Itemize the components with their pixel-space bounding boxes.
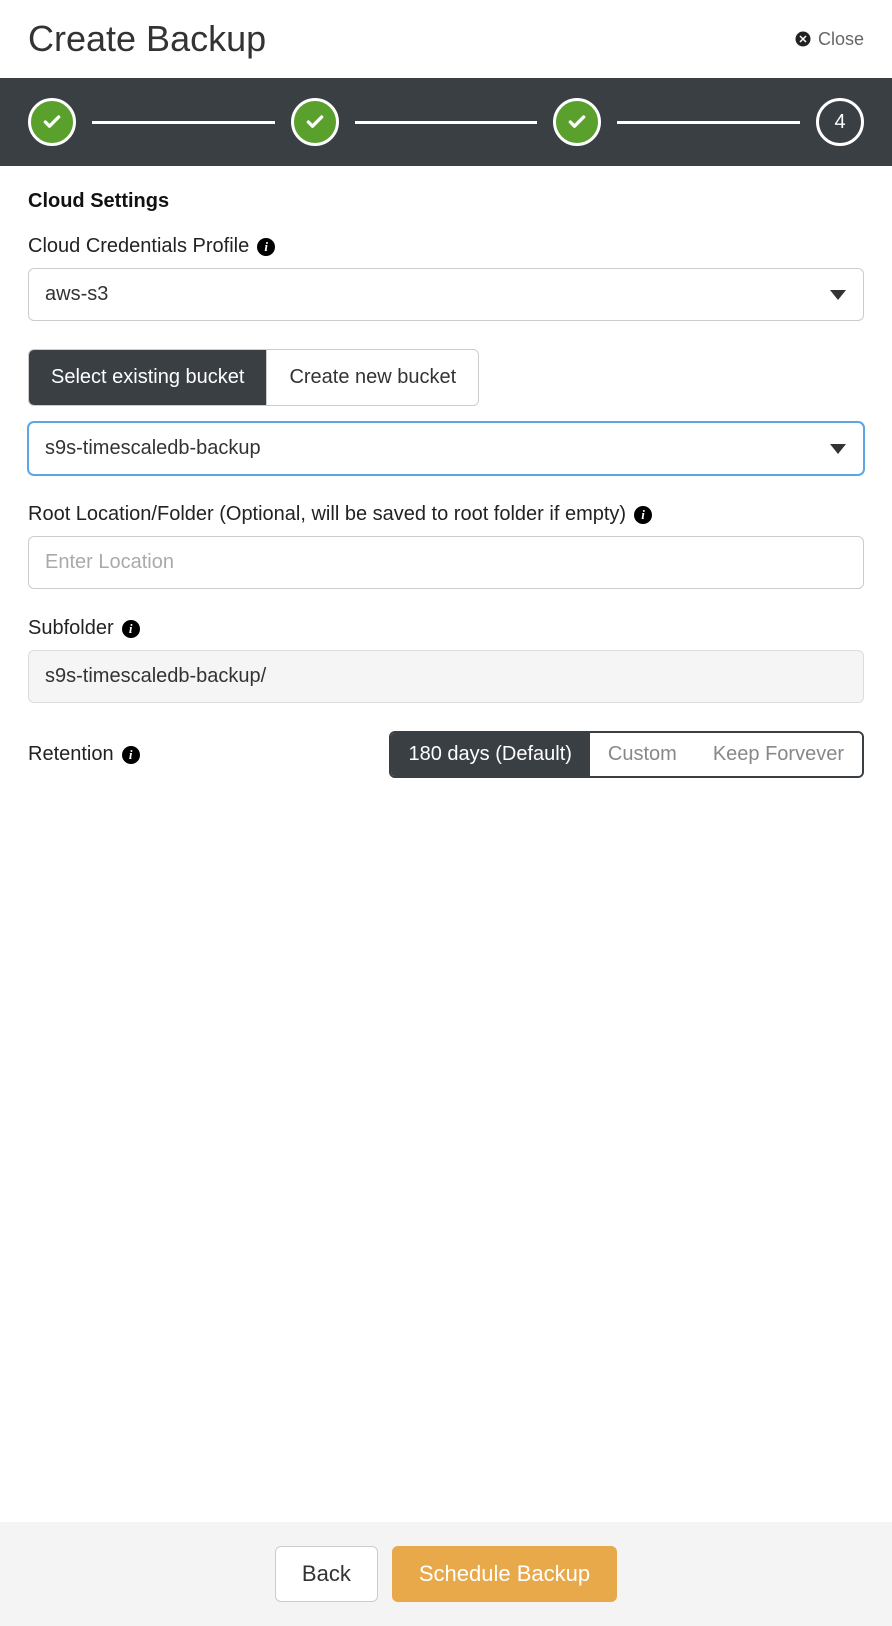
retention-label: Retention i xyxy=(28,743,140,766)
section-title: Cloud Settings xyxy=(28,190,864,213)
close-icon xyxy=(794,30,812,48)
step-connector xyxy=(92,121,275,124)
step-number: 4 xyxy=(834,111,845,134)
credentials-select-wrap xyxy=(28,268,864,321)
retention-forever[interactable]: Keep Forvever xyxy=(695,733,862,776)
retention-row: Retention i 180 days (Default) Custom Ke… xyxy=(28,731,864,778)
credentials-select[interactable] xyxy=(28,268,864,321)
bucket-tab-group: Select existing bucket Create new bucket xyxy=(28,349,479,406)
retention-default[interactable]: 180 days (Default) xyxy=(391,733,590,776)
tab-create-new-bucket[interactable]: Create new bucket xyxy=(266,350,478,405)
step-3[interactable] xyxy=(553,98,601,146)
bucket-select[interactable] xyxy=(28,422,864,475)
step-connector xyxy=(355,121,538,124)
schedule-backup-button[interactable]: Schedule Backup xyxy=(392,1546,617,1602)
retention-segmented: 180 days (Default) Custom Keep Forvever xyxy=(389,731,865,778)
root-location-label: Root Location/Folder (Optional, will be … xyxy=(28,503,864,526)
check-icon xyxy=(567,112,587,132)
footer: Back Schedule Backup xyxy=(0,1522,892,1626)
step-1[interactable] xyxy=(28,98,76,146)
close-button[interactable]: Close xyxy=(794,29,864,50)
info-icon[interactable]: i xyxy=(122,620,140,638)
step-2[interactable] xyxy=(291,98,339,146)
subfolder-label: Subfolder i xyxy=(28,617,864,640)
back-button[interactable]: Back xyxy=(275,1546,378,1602)
form-body: Cloud Settings Cloud Credentials Profile… xyxy=(0,166,892,1522)
info-icon[interactable]: i xyxy=(634,506,652,524)
check-icon xyxy=(42,112,62,132)
stepper: 4 xyxy=(0,78,892,166)
info-icon[interactable]: i xyxy=(122,746,140,764)
page-title: Create Backup xyxy=(28,18,266,60)
step-4[interactable]: 4 xyxy=(816,98,864,146)
info-icon[interactable]: i xyxy=(257,238,275,256)
subfolder-value: s9s-timescaledb-backup/ xyxy=(28,650,864,703)
close-label: Close xyxy=(818,29,864,50)
root-location-input[interactable] xyxy=(28,536,864,589)
credentials-label: Cloud Credentials Profile i xyxy=(28,235,864,258)
step-connector xyxy=(617,121,800,124)
check-icon xyxy=(305,112,325,132)
tab-select-existing-bucket[interactable]: Select existing bucket xyxy=(29,350,266,405)
modal-header: Create Backup Close xyxy=(0,0,892,78)
retention-custom[interactable]: Custom xyxy=(590,733,695,776)
bucket-select-wrap xyxy=(28,422,864,475)
